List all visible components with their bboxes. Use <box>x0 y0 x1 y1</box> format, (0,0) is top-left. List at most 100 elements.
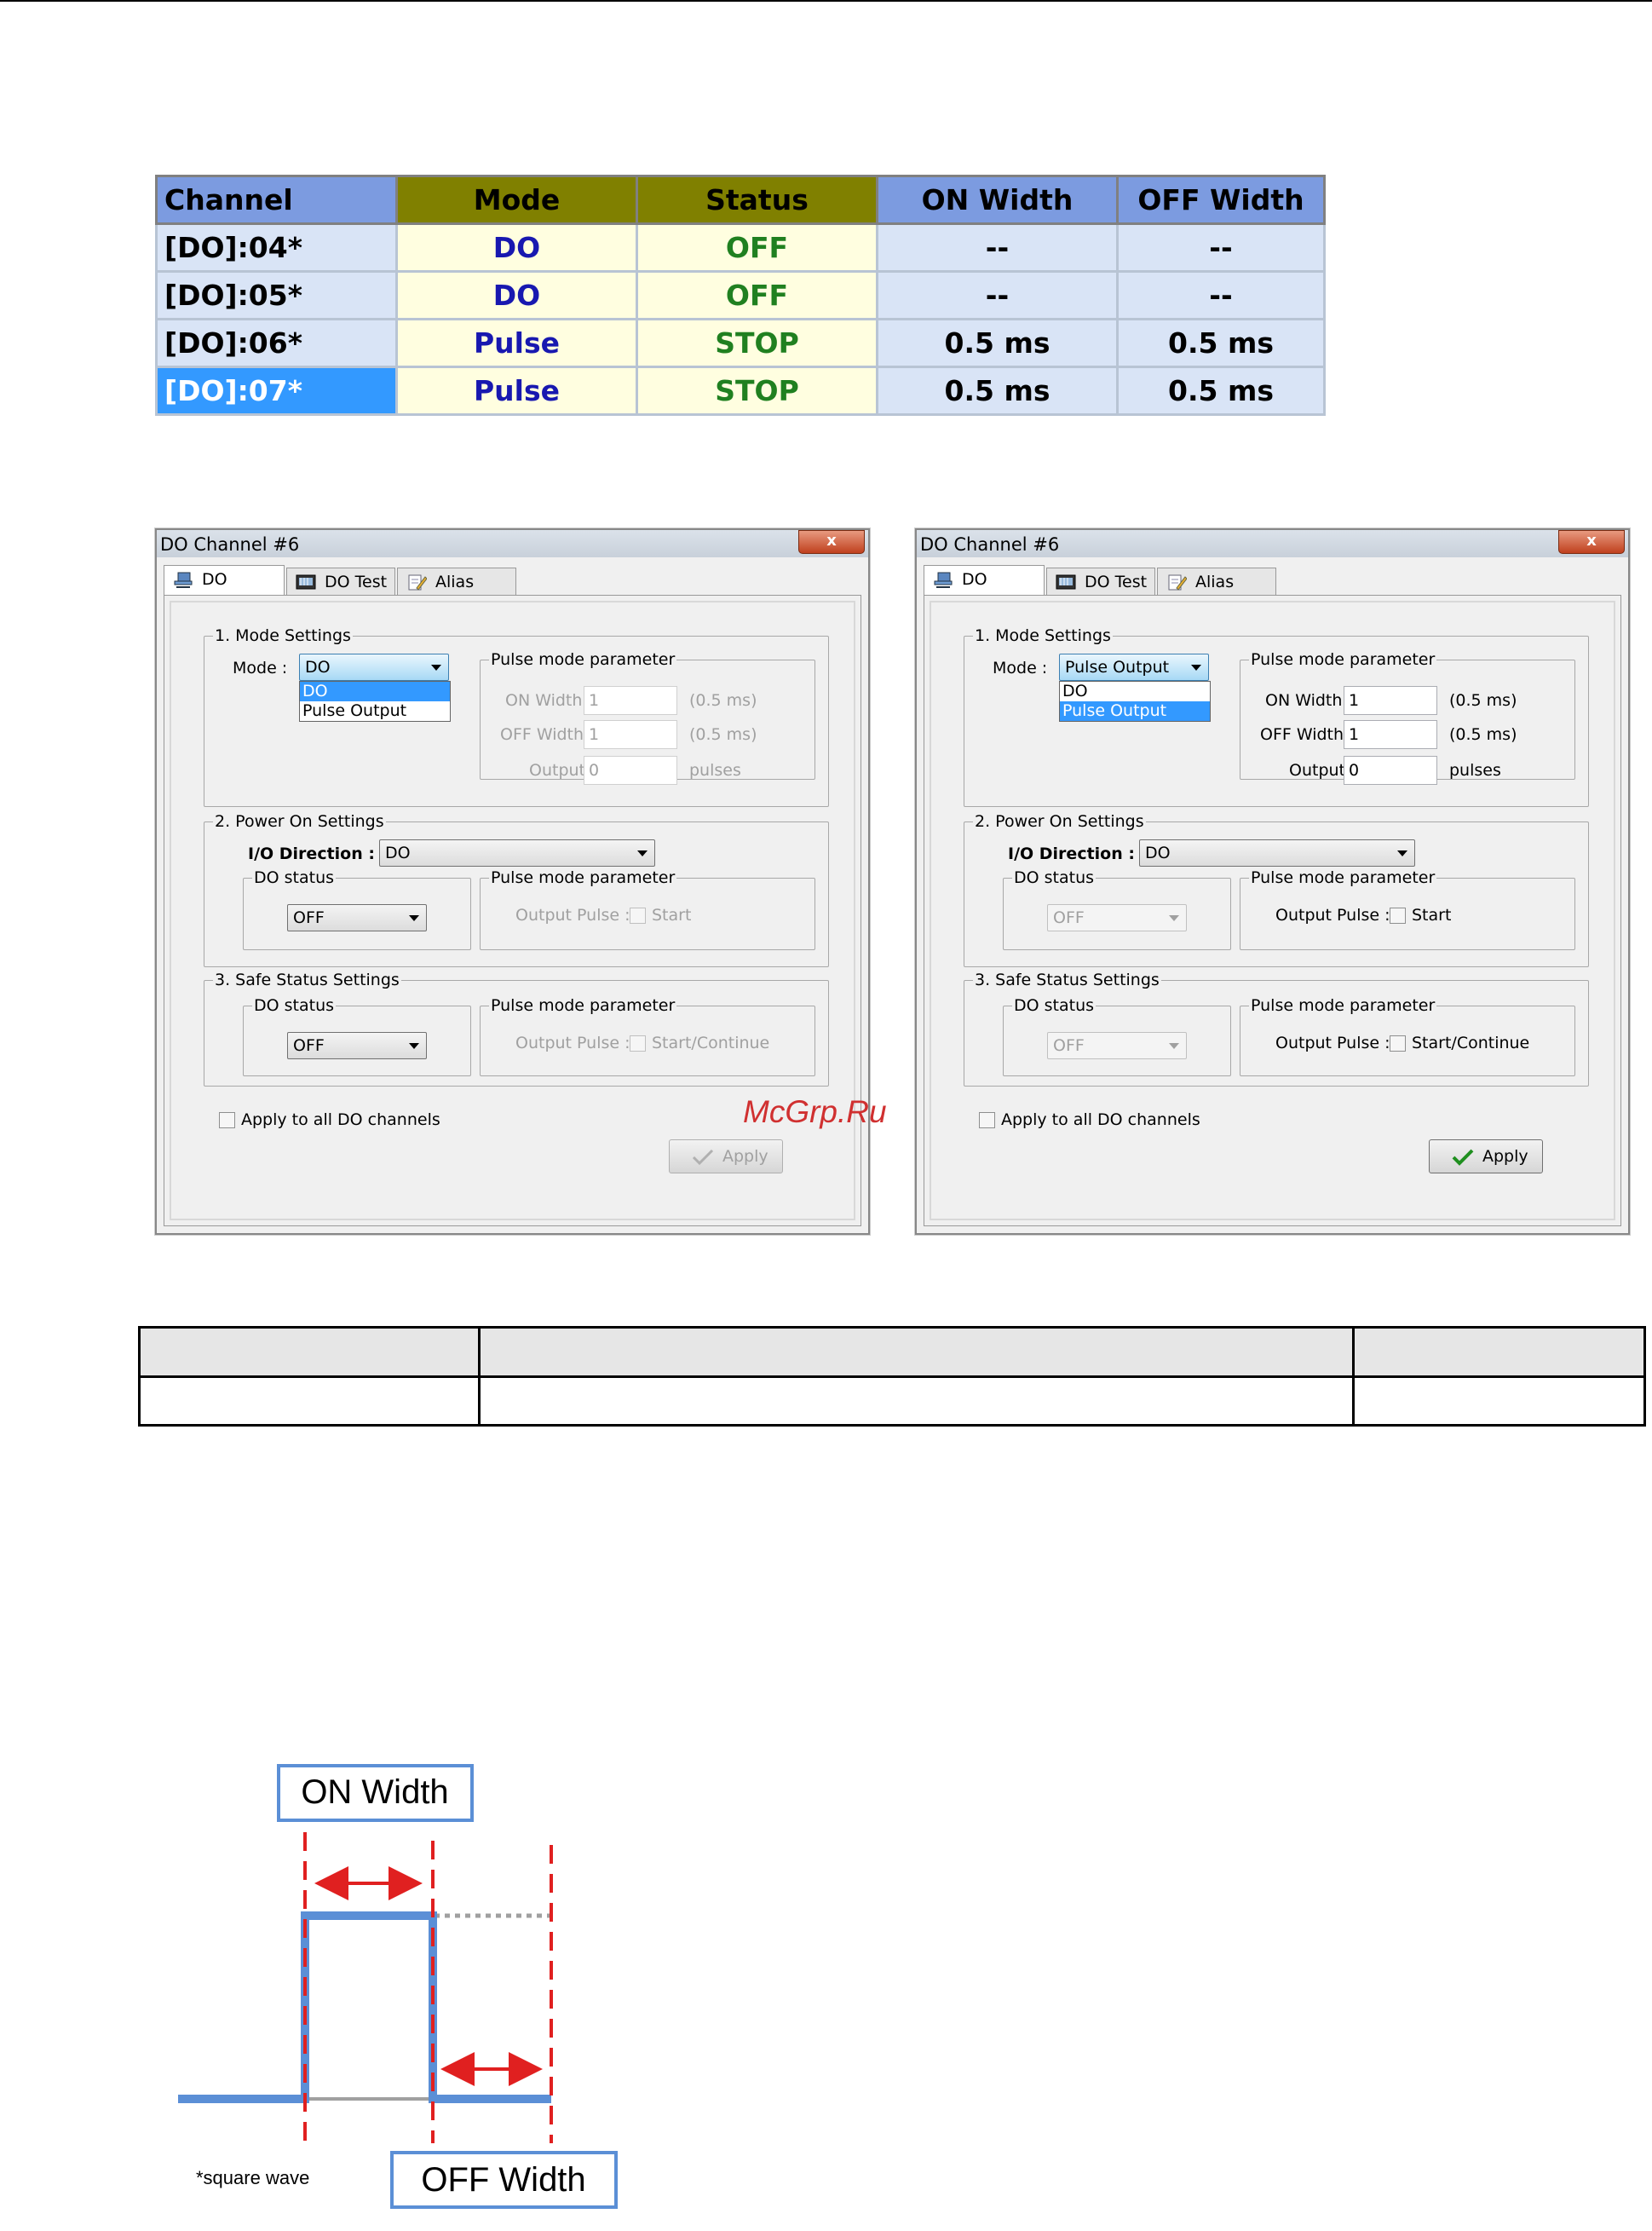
tab-alias-name[interactable]: Alias Name <box>1157 568 1276 619</box>
close-button[interactable]: x <box>1558 530 1625 554</box>
start-continue-checkbox[interactable] <box>630 1035 646 1052</box>
off-width-input[interactable]: 1 <box>1344 720 1437 749</box>
mode-cell[interactable]: DO <box>395 270 638 320</box>
chevron-down-icon <box>1191 665 1201 671</box>
table-row-selected[interactable]: [DO]:07* Pulse STOP 0.5 ms 0.5 ms <box>155 366 1326 416</box>
io-direction-select[interactable]: DO <box>379 839 655 867</box>
title-bar: DO Channel #6 x <box>157 530 868 557</box>
group-legend: Pulse mode parameter <box>1251 868 1436 887</box>
output-input[interactable]: 0 <box>1344 756 1437 785</box>
tab-alias-name[interactable]: Alias Name <box>397 568 516 619</box>
tab-label: DO Test <box>1085 573 1148 591</box>
close-button[interactable]: x <box>798 530 865 554</box>
header-channel[interactable]: Channel <box>155 175 398 225</box>
power-on-do-status-select[interactable]: OFF <box>287 904 427 931</box>
test-panel-icon <box>296 574 316 590</box>
header-mode[interactable]: Mode <box>395 175 638 225</box>
off-width-label: OFF Width <box>421 2161 585 2199</box>
channel-cell[interactable]: [DO]:06* <box>155 318 398 368</box>
tab-do-config[interactable]: DO Config <box>164 565 285 616</box>
table-row[interactable]: [DO]:04* DO OFF -- -- <box>155 222 1326 273</box>
off-width-cell[interactable]: 0.5 ms <box>1116 366 1326 416</box>
tab-label: DO Test <box>325 573 388 591</box>
chevron-down-icon <box>637 850 648 856</box>
apply-button[interactable]: Apply <box>1429 1139 1543 1173</box>
dropdown-option-do[interactable]: DO <box>1060 682 1210 701</box>
edit-note-icon <box>1168 574 1187 591</box>
group-legend: 2. Power On Settings <box>215 812 384 831</box>
mode-select[interactable]: DO <box>299 654 449 681</box>
page-top-rule <box>0 0 1652 2</box>
group-legend: 3. Safe Status Settings <box>215 971 400 989</box>
on-width-label: ON Width : <box>1265 691 1353 710</box>
header-off-width[interactable]: OFF Width <box>1116 175 1326 225</box>
mode-select[interactable]: Pulse Output <box>1059 654 1209 681</box>
on-width-cell[interactable]: 0.5 ms <box>876 366 1119 416</box>
group-legend: 2. Power On Settings <box>975 812 1144 831</box>
output-pulse-label: Output Pulse : <box>1275 1034 1390 1052</box>
start-checkbox[interactable] <box>630 908 646 924</box>
status-cell[interactable]: STOP <box>636 366 878 416</box>
output-pulse-label: Output Pulse : <box>515 906 630 925</box>
mode-cell[interactable]: Pulse <box>395 318 638 368</box>
apply-all-checkbox[interactable] <box>979 1112 995 1128</box>
apply-button[interactable]: Apply <box>669 1139 783 1173</box>
off-width-cell[interactable]: 0.5 ms <box>1116 318 1326 368</box>
group-legend: Pulse mode parameter <box>1251 996 1436 1015</box>
off-width-input[interactable]: 1 <box>584 720 677 749</box>
channel-cell[interactable]: [DO]:07* <box>155 366 398 416</box>
header-status[interactable]: Status <box>636 175 878 225</box>
output-input[interactable]: 0 <box>584 756 677 785</box>
panel-inner: 1. Mode Settings Mode : Pulse Output DO … <box>930 601 1615 1220</box>
square-wave-diagram: ON Width OFF Width *square wave <box>178 1764 618 2209</box>
tab-do-test[interactable]: DO Test <box>286 568 395 595</box>
off-width-cell[interactable]: -- <box>1116 222 1326 273</box>
safe-do-status-select[interactable]: OFF <box>1047 1032 1187 1059</box>
parameter-table <box>138 1326 1646 1427</box>
do-status-value: OFF <box>1053 908 1085 927</box>
table-row[interactable]: [DO]:06* Pulse STOP 0.5 ms 0.5 ms <box>155 318 1326 368</box>
power-on-do-status-select[interactable]: OFF <box>1047 904 1187 931</box>
tab-do-test[interactable]: DO Test <box>1046 568 1155 595</box>
on-width-unit: (0.5 ms) <box>689 691 757 710</box>
group-legend: DO status <box>1014 996 1095 1015</box>
apply-all-checkbox[interactable] <box>219 1112 235 1128</box>
safe-do-status-select[interactable]: OFF <box>287 1032 427 1059</box>
square-wave-note: *square wave <box>196 2167 309 2188</box>
start-continue-label: Start/Continue <box>1412 1034 1530 1052</box>
channel-cell[interactable]: [DO]:05* <box>155 270 398 320</box>
io-direction-select[interactable]: DO <box>1139 839 1415 867</box>
on-width-input[interactable]: 1 <box>1344 686 1437 715</box>
start-continue-checkbox[interactable] <box>1390 1035 1406 1052</box>
table-row[interactable]: [DO]:05* DO OFF -- -- <box>155 270 1326 320</box>
on-width-input[interactable]: 1 <box>584 686 677 715</box>
on-width-cell[interactable]: -- <box>876 270 1119 320</box>
edit-note-icon <box>408 574 427 591</box>
status-cell[interactable]: OFF <box>636 222 878 273</box>
dropdown-option-do[interactable]: DO <box>300 682 450 701</box>
on-width-cell[interactable]: 0.5 ms <box>876 318 1119 368</box>
header-on-width[interactable]: ON Width <box>876 175 1119 225</box>
table-border <box>1352 1326 1355 1427</box>
off-width-cell[interactable]: -- <box>1116 270 1326 320</box>
network-config-icon <box>934 572 953 588</box>
mode-cell[interactable]: Pulse <box>395 366 638 416</box>
mode-label: Mode : <box>993 659 1048 677</box>
on-width-unit: (0.5 ms) <box>1449 691 1517 710</box>
status-cell[interactable]: OFF <box>636 270 878 320</box>
dropdown-option-pulse-output[interactable]: Pulse Output <box>300 701 450 721</box>
channel-cell[interactable]: [DO]:04* <box>155 222 398 273</box>
mode-select-value: DO <box>305 658 331 677</box>
apply-all-label: Apply to all DO channels <box>1001 1110 1200 1129</box>
config-panel: 1. Mode Settings Mode : Pulse Output DO … <box>924 595 1621 1226</box>
tab-do-config[interactable]: DO Config <box>924 565 1045 616</box>
chevron-down-icon <box>431 665 441 671</box>
dropdown-option-pulse-output[interactable]: Pulse Output <box>1060 701 1210 721</box>
on-width-cell[interactable]: -- <box>876 222 1119 273</box>
mode-cell[interactable]: DO <box>395 222 638 273</box>
network-config-icon <box>174 572 193 588</box>
status-cell[interactable]: STOP <box>636 318 878 368</box>
table-border <box>138 1326 141 1427</box>
start-checkbox[interactable] <box>1390 908 1406 924</box>
group-legend: 1. Mode Settings <box>975 626 1111 645</box>
